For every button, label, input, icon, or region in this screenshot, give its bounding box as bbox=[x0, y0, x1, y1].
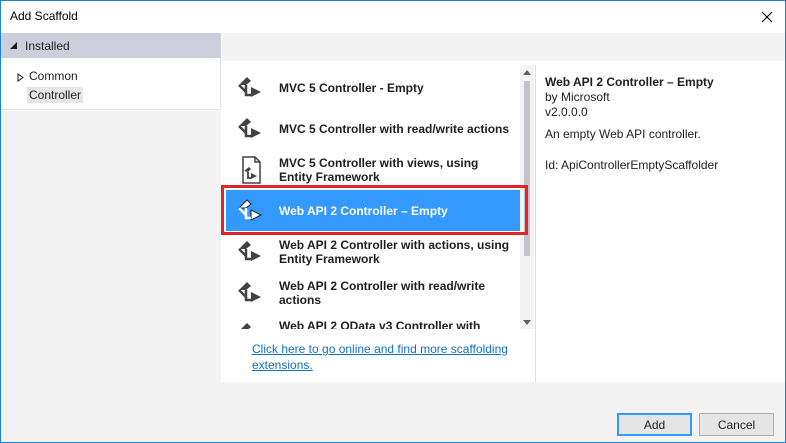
scaffold-item-webapi2-actions-ef[interactable]: Web API 2 Controller with actions, using… bbox=[226, 231, 520, 272]
window-title: Add Scaffold bbox=[10, 9, 78, 23]
views-controller-icon bbox=[242, 156, 261, 184]
scaffold-item-webapi2-readwrite[interactable]: Web API 2 Controller with read/write act… bbox=[226, 272, 520, 313]
scaffold-item-mvc5-readwrite[interactable]: MVC 5 Controller with read/write actions bbox=[226, 108, 520, 149]
tree-item-common[interactable]: Common bbox=[1, 67, 221, 86]
controller-icon bbox=[238, 77, 261, 97]
details-pane: Web API 2 Controller – Empty by Microsof… bbox=[537, 65, 785, 382]
scaffold-item-label: Web API 2 Controller – Empty bbox=[279, 204, 448, 218]
collapsed-arrow-icon bbox=[17, 73, 24, 82]
scaffold-item-label: MVC 5 Controller - Empty bbox=[279, 81, 424, 95]
scroll-down-button[interactable] bbox=[520, 315, 534, 329]
scaffold-item-mvc5-views-ef[interactable]: MVC 5 Controller with views, using Entit… bbox=[226, 149, 520, 190]
detail-id: Id: ApiControllerEmptyScaffolder bbox=[545, 158, 719, 172]
category-tree: Installed Common Controller bbox=[1, 33, 221, 110]
close-button[interactable] bbox=[749, 1, 785, 32]
scaffold-list-pane: MVC 5 Controller - Empty MVC 5 Controlle… bbox=[226, 65, 536, 382]
add-button[interactable]: Add bbox=[617, 413, 692, 436]
title-bar: Add Scaffold bbox=[1, 1, 785, 32]
detail-title: Web API 2 Controller – Empty bbox=[545, 75, 714, 89]
controller-icon bbox=[238, 241, 261, 261]
detail-author: by Microsoft bbox=[545, 90, 610, 104]
expanded-arrow-icon bbox=[10, 42, 17, 49]
tree-item-label: Common bbox=[29, 69, 78, 83]
scroll-up-button[interactable] bbox=[520, 65, 534, 79]
cancel-button[interactable]: Cancel bbox=[699, 413, 774, 436]
arrow-up-icon bbox=[523, 69, 531, 75]
dialog-footer: Add Cancel bbox=[1, 382, 785, 442]
arrow-down-icon bbox=[523, 319, 531, 325]
controller-icon bbox=[238, 282, 261, 302]
scaffold-item-label: MVC 5 Controller with views, using Entit… bbox=[279, 156, 479, 184]
left-pane-background bbox=[1, 111, 221, 382]
installed-header[interactable]: Installed bbox=[1, 33, 221, 58]
detail-version: v2.0.0.0 bbox=[545, 105, 588, 119]
scaffold-item-webapi2-odata[interactable]: Web API 2 OData v3 Controller with bbox=[226, 313, 520, 329]
list-scrollbar[interactable] bbox=[520, 65, 534, 329]
controller-icon bbox=[237, 199, 263, 221]
detail-description: An empty Web API controller. bbox=[545, 127, 701, 141]
scaffold-item-mvc5-empty[interactable]: MVC 5 Controller - Empty bbox=[226, 67, 520, 108]
scaffold-list: MVC 5 Controller - Empty MVC 5 Controlle… bbox=[226, 65, 520, 329]
installed-label: Installed bbox=[25, 39, 70, 53]
scaffold-item-label: Web API 2 Controller with actions, using… bbox=[279, 238, 510, 266]
scaffold-item-label: Web API 2 Controller with read/write act… bbox=[279, 279, 486, 307]
online-scaffolding-link[interactable]: Click here to go online and find more sc… bbox=[252, 341, 522, 373]
scaffold-item-webapi2-empty[interactable]: Web API 2 Controller – Empty bbox=[226, 190, 520, 231]
tree-item-controller[interactable]: Controller bbox=[1, 85, 221, 104]
tree-item-label: Controller bbox=[27, 87, 84, 103]
close-icon bbox=[761, 11, 773, 22]
controller-icon bbox=[241, 323, 251, 329]
scaffold-item-label: Web API 2 OData v3 Controller with bbox=[279, 319, 481, 329]
controller-icon bbox=[238, 118, 261, 138]
list-header-area bbox=[222, 33, 785, 61]
add-scaffold-dialog: Add Scaffold Installed Common Controller bbox=[0, 0, 786, 443]
scaffold-item-label: MVC 5 Controller with read/write actions bbox=[279, 122, 510, 136]
scroll-thumb[interactable] bbox=[524, 81, 530, 256]
